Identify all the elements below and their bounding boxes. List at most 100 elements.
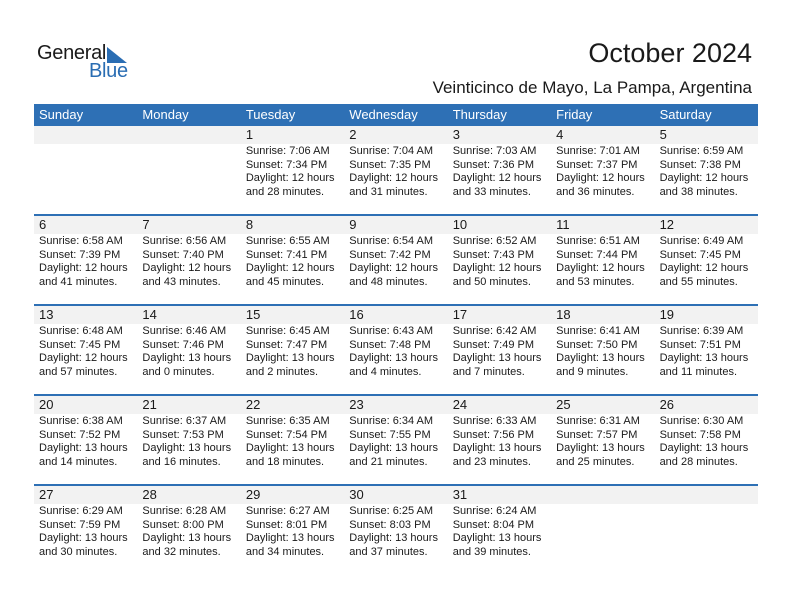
sunrise-time: Sunrise: 6:45 AM xyxy=(245,325,330,337)
day-number: 18 xyxy=(551,306,655,324)
sunset-time: Sunset: 8:01 PM xyxy=(245,518,328,531)
day-sun-info: Sunrise: 6:49 AM Sunset: 7:45 PM Daylight:… xyxy=(655,234,758,289)
daylight-minutes: and 41 minutes. xyxy=(39,275,118,288)
daylight-minutes: and 16 minutes. xyxy=(142,455,221,468)
daylight-hours: Daylight: 13 hours xyxy=(452,532,542,544)
page-title: October 2024 xyxy=(588,38,752,68)
sunset-time: Sunset: 7:34 PM xyxy=(245,158,328,171)
day-cell: 3 Sunrise: 7:03 AM Sunset: 7:36 PM Daylight… xyxy=(447,126,552,214)
location-subtitle: Veinticinco de Mayo, La Pampa, Argentina xyxy=(432,78,752,97)
day-cell: 18 Sunrise: 6:41 AM Sunset: 7:50 PM Dayligh… xyxy=(551,306,655,394)
daylight-minutes: and 7 minutes. xyxy=(452,365,525,378)
sunrise-time: Sunrise: 6:29 AM xyxy=(39,505,123,517)
sunset-time: Sunset: 7:59 PM xyxy=(39,518,121,531)
sunrise-time: Sunrise: 6:52 AM xyxy=(452,235,537,247)
day-sun-info: Sunrise: 6:37 AM Sunset: 7:53 PM Daylight:… xyxy=(137,414,240,469)
sunrise-time: Sunrise: 6:59 AM xyxy=(659,145,744,157)
sunset-time: Sunset: 7:43 PM xyxy=(452,248,535,261)
sunset-time: Sunset: 8:04 PM xyxy=(452,518,535,531)
daylight-minutes: and 39 minutes. xyxy=(452,545,531,558)
sunset-time: Sunset: 7:57 PM xyxy=(556,428,638,441)
generalblue-logo: General Blue xyxy=(37,42,137,82)
sunset-time: Sunset: 7:39 PM xyxy=(39,248,121,261)
week-row: 6 Sunrise: 6:58 AM Sunset: 7:39 PM Daylight… xyxy=(34,214,758,304)
sunset-time: Sunset: 7:48 PM xyxy=(349,338,431,351)
day-cell: 17 Sunrise: 6:42 AM Sunset: 7:49 PM Dayligh… xyxy=(447,306,552,394)
daylight-hours: Daylight: 12 hours xyxy=(349,262,438,274)
daylight-minutes: and 18 minutes. xyxy=(245,455,325,468)
day-number: 13 xyxy=(34,306,138,324)
weekday-saturday: Saturday xyxy=(659,107,712,122)
daylight-minutes: and 32 minutes. xyxy=(142,545,221,558)
daylight-minutes: and 31 minutes. xyxy=(349,185,428,198)
daylight-minutes: and 9 minutes. xyxy=(556,365,629,378)
daylight-hours: Daylight: 12 hours xyxy=(245,172,335,184)
day-number: 27 xyxy=(34,486,138,504)
day-sun-info: Sunrise: 6:35 AM Sunset: 7:54 PM Daylight:… xyxy=(241,414,344,469)
daylight-minutes: and 23 minutes. xyxy=(452,455,531,468)
day-number: 21 xyxy=(137,396,241,414)
day-number xyxy=(137,126,241,144)
daylight-hours: Daylight: 12 hours xyxy=(659,262,749,274)
day-cell: 8 Sunrise: 6:55 AM Sunset: 7:41 PM Daylight… xyxy=(240,216,345,304)
daylight-hours: Daylight: 12 hours xyxy=(452,172,542,184)
sunrise-time: Sunrise: 6:51 AM xyxy=(556,235,640,247)
day-number: 25 xyxy=(551,396,655,414)
logo-text-blue: Blue xyxy=(89,60,128,82)
day-number: 17 xyxy=(447,306,552,324)
daylight-hours: Daylight: 12 hours xyxy=(452,262,542,274)
daylight-hours: Daylight: 13 hours xyxy=(245,352,335,364)
day-cell: 28 Sunrise: 6:28 AM Sunset: 8:00 PM Dayligh… xyxy=(137,486,241,574)
sunrise-time: Sunrise: 7:03 AM xyxy=(452,145,537,157)
day-sun-info: Sunrise: 6:29 AM Sunset: 7:59 PM Daylight:… xyxy=(34,504,137,559)
day-sun-info: Sunrise: 6:41 AM Sunset: 7:50 PM Daylight:… xyxy=(551,324,654,379)
day-sun-info: Sunrise: 6:42 AM Sunset: 7:49 PM Daylight:… xyxy=(448,324,551,379)
day-number: 10 xyxy=(447,216,552,234)
daylight-minutes: and 57 minutes. xyxy=(39,365,118,378)
sunrise-time: Sunrise: 6:49 AM xyxy=(659,235,744,247)
day-cell: 27 Sunrise: 6:29 AM Sunset: 7:59 PM Dayligh… xyxy=(34,486,138,574)
daylight-minutes: and 4 minutes. xyxy=(349,365,422,378)
day-cell: 26 Sunrise: 6:30 AM Sunset: 7:58 PM Dayligh… xyxy=(654,396,758,484)
day-cell: 22 Sunrise: 6:35 AM Sunset: 7:54 PM Dayligh… xyxy=(240,396,345,484)
day-sun-info: Sunrise: 6:51 AM Sunset: 7:44 PM Daylight:… xyxy=(551,234,654,289)
day-sun-info: Sunrise: 6:52 AM Sunset: 7:43 PM Daylight:… xyxy=(448,234,551,289)
weekday-monday: Monday xyxy=(142,107,189,122)
daylight-hours: Daylight: 13 hours xyxy=(556,352,645,364)
day-sun-info: Sunrise: 6:58 AM Sunset: 7:39 PM Daylight:… xyxy=(34,234,137,289)
daylight-hours: Daylight: 12 hours xyxy=(39,262,128,274)
daylight-hours: Daylight: 12 hours xyxy=(349,172,438,184)
day-cell: 12 Sunrise: 6:49 AM Sunset: 7:45 PM Dayligh… xyxy=(654,216,758,304)
day-number: 22 xyxy=(240,396,345,414)
day-number: 23 xyxy=(344,396,448,414)
day-cell: 11 Sunrise: 6:51 AM Sunset: 7:44 PM Dayligh… xyxy=(551,216,655,304)
daylight-minutes: and 38 minutes. xyxy=(659,185,738,198)
day-sun-info: Sunrise: 6:56 AM Sunset: 7:40 PM Daylight:… xyxy=(137,234,240,289)
day-number xyxy=(34,126,138,144)
sunset-time: Sunset: 7:44 PM xyxy=(556,248,638,261)
sunrise-time: Sunrise: 6:30 AM xyxy=(659,415,744,427)
day-sun-info: Sunrise: 7:04 AM Sunset: 7:35 PM Daylight:… xyxy=(344,144,447,199)
weekday-header-row: Sunday Monday Tuesday Wednesday Thursday… xyxy=(34,104,758,126)
daylight-hours: Daylight: 13 hours xyxy=(452,442,542,454)
daylight-hours: Daylight: 13 hours xyxy=(659,442,749,454)
daylight-minutes: and 28 minutes. xyxy=(245,185,325,198)
daylight-minutes: and 43 minutes. xyxy=(142,275,221,288)
day-cell: 7 Sunrise: 6:56 AM Sunset: 7:40 PM Daylight… xyxy=(137,216,241,304)
week-row: 27 Sunrise: 6:29 AM Sunset: 7:59 PM Dayligh… xyxy=(34,484,758,574)
day-sun-info: Sunrise: 7:06 AM Sunset: 7:34 PM Daylight:… xyxy=(241,144,344,199)
daylight-minutes: and 14 minutes. xyxy=(39,455,118,468)
daylight-minutes: and 30 minutes. xyxy=(39,545,118,558)
sunrise-time: Sunrise: 6:42 AM xyxy=(452,325,537,337)
weekday-thursday: Thursday xyxy=(452,107,507,122)
day-sun-info: Sunrise: 6:25 AM Sunset: 8:03 PM Daylight:… xyxy=(344,504,447,559)
sunset-time: Sunset: 7:58 PM xyxy=(659,428,741,441)
sunrise-time: Sunrise: 6:35 AM xyxy=(245,415,330,427)
sunset-time: Sunset: 7:45 PM xyxy=(39,338,121,351)
daylight-minutes: and 25 minutes. xyxy=(556,455,635,468)
day-number: 31 xyxy=(447,486,552,504)
sunset-time: Sunset: 7:51 PM xyxy=(659,338,741,351)
daylight-minutes: and 28 minutes. xyxy=(659,455,738,468)
empty-day-cell xyxy=(34,126,138,214)
day-sun-info: Sunrise: 6:30 AM Sunset: 7:58 PM Daylight:… xyxy=(655,414,758,469)
